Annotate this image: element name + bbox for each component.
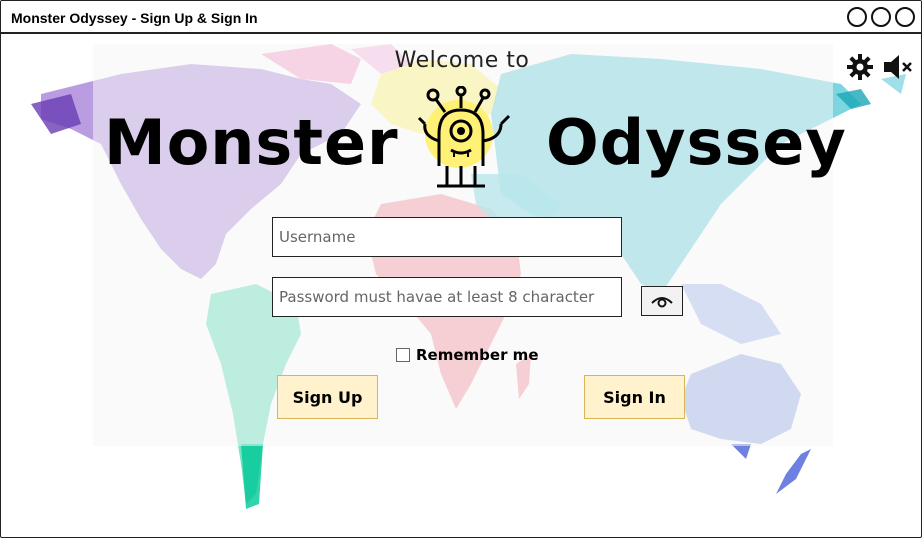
window-title: Monster Odyssey - Sign Up & Sign In: [11, 10, 258, 26]
gear-icon[interactable]: [846, 53, 874, 81]
title-bar: Monster Odyssey - Sign Up & Sign In: [1, 1, 921, 34]
username-input[interactable]: [272, 217, 622, 257]
window-button-minimize[interactable]: [847, 7, 867, 27]
eye-icon: [651, 297, 673, 308]
password-input[interactable]: [272, 277, 622, 317]
remember-me[interactable]: Remember me: [396, 346, 539, 364]
app-window: Monster Odyssey - Sign Up & Sign In Welc…: [0, 0, 922, 538]
sign-up-button[interactable]: Sign Up: [277, 375, 378, 419]
remember-me-label: Remember me: [416, 346, 539, 364]
monster-icon: [417, 86, 511, 188]
show-password-button[interactable]: [641, 286, 683, 316]
main-content: Welcome to Monster Odyssey Username Reme…: [1, 34, 921, 537]
window-button-maximize[interactable]: [871, 7, 891, 27]
welcome-text: Welcome to: [394, 48, 530, 73]
title-monster: Monster: [104, 106, 399, 179]
window-button-close[interactable]: [895, 7, 915, 27]
remember-me-checkbox[interactable]: [396, 348, 410, 362]
title-odyssey: Odyssey: [546, 106, 847, 179]
speaker-mute-icon[interactable]: [882, 53, 914, 81]
sign-in-button[interactable]: Sign In: [584, 375, 685, 419]
